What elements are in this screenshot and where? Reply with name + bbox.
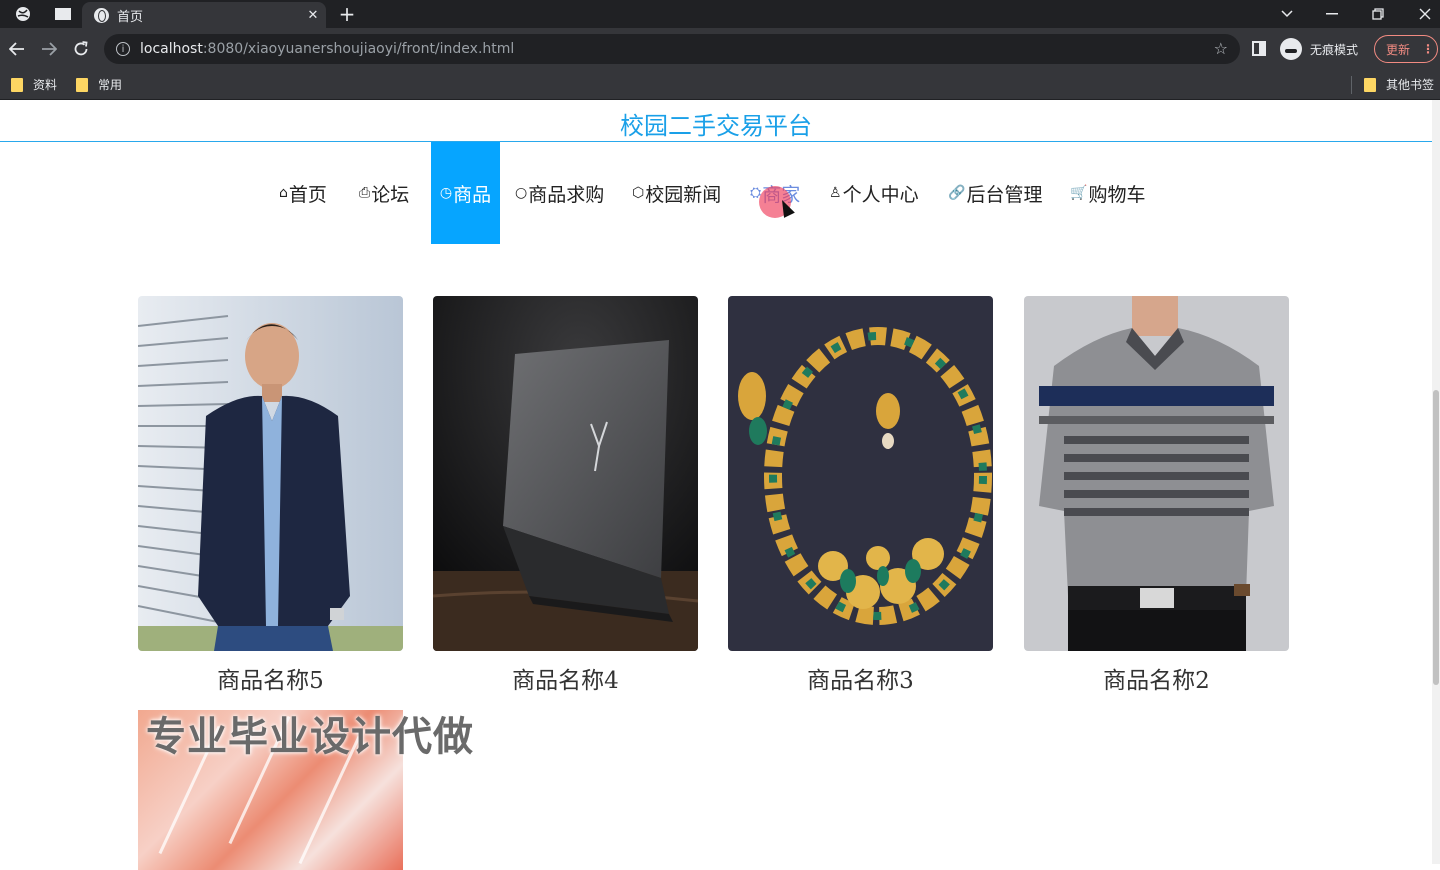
- folder-icon: [1364, 77, 1376, 92]
- nav-item-label: 首页: [288, 183, 327, 206]
- side-panel-icon[interactable]: [1252, 41, 1266, 56]
- tab-title: 首页: [117, 9, 144, 25]
- bookmarks-bar: 资料 常用 其他书签: [0, 70, 1440, 100]
- product-card[interactable]: 商品名称2: [1024, 296, 1289, 695]
- incognito-icon: [1280, 38, 1302, 60]
- nav-item-label: 商品: [453, 183, 492, 206]
- other-bookmarks[interactable]: 其他书签: [1364, 76, 1434, 93]
- tab-overview-icon[interactable]: [48, 0, 78, 28]
- nav-item-label: 购物车: [1088, 183, 1146, 206]
- cart-icon: 🛒: [1070, 185, 1088, 201]
- product-image-laptop[interactable]: [433, 296, 698, 651]
- bookmark-folder-ziliao[interactable]: 资料: [11, 76, 57, 93]
- nav-item-admin[interactable]: 🔗 后台管理: [948, 142, 1042, 244]
- product-image-necklace[interactable]: [728, 296, 993, 651]
- browser-titlebar: 首页 ✕ +: [0, 0, 1440, 28]
- nav-item-label: 商品求购: [528, 183, 605, 206]
- nav-item-home[interactable]: ⌂ 首页: [279, 142, 327, 244]
- folder-icon: [11, 77, 23, 92]
- url-path: :8080/xiaoyuanershoujiaoyi/front/index.h…: [202, 41, 515, 57]
- incognito-indicator[interactable]: 无痕模式: [1280, 38, 1358, 60]
- tab-close-icon[interactable]: ✕: [300, 8, 326, 23]
- browser-menu-icon[interactable]: [8, 0, 38, 28]
- reload-icon[interactable]: [68, 36, 94, 62]
- link-icon: 🔗: [948, 185, 966, 201]
- product-name[interactable]: 商品名称4: [433, 661, 698, 695]
- page-content: 校园二手交易平台 ⌂首页 ⎙论坛 ◷商品 ○商品求购 ⬡校园新闻 ⛭商家 ♙个人…: [0, 100, 1440, 870]
- tab-search-chevron-icon[interactable]: [1274, 0, 1300, 28]
- restore-icon[interactable]: [1364, 0, 1392, 28]
- url-bar[interactable]: i localhost:8080/xiaoyuanershoujiaoyi/fr…: [104, 34, 1240, 64]
- nav-item-campus-news[interactable]: ⬡ 校园新闻: [632, 142, 721, 244]
- product-name[interactable]: 商品名称5: [138, 661, 403, 695]
- scrollbar-thumb[interactable]: [1433, 390, 1439, 685]
- product-card[interactable]: 商品名称4: [433, 296, 698, 695]
- nav-item-profile[interactable]: ♙ 个人中心: [829, 142, 919, 244]
- more-menu-icon: ⋮: [1422, 42, 1435, 56]
- product-image-jacket[interactable]: [138, 296, 403, 651]
- home-icon: ⌂: [279, 185, 288, 201]
- tab-favicon-icon: [94, 7, 109, 23]
- main-navigation: ⌂首页 ⎙论坛 ◷商品 ○商品求购 ⬡校园新闻 ⛭商家 ♙个人中心 🔗后台管理 …: [0, 142, 1432, 244]
- bookmark-label: 资料: [33, 78, 58, 92]
- bookmarks-divider: [1351, 76, 1352, 94]
- other-bookmarks-label: 其他书签: [1386, 78, 1435, 92]
- update-button[interactable]: 更新 ⋮: [1374, 35, 1438, 63]
- bookmark-folder-changyong[interactable]: 常用: [76, 76, 122, 93]
- watermark-text: 专业毕业设计代做: [146, 714, 474, 760]
- product-name[interactable]: 商品名称3: [728, 661, 993, 695]
- nav-item-label: 个人中心: [842, 183, 919, 206]
- nav-item-label: 后台管理: [966, 183, 1043, 206]
- minimize-icon[interactable]: [1318, 0, 1346, 28]
- site-info-icon[interactable]: i: [116, 42, 130, 56]
- nav-item-label: 校园新闻: [645, 183, 722, 206]
- site-title: 校园二手交易平台: [620, 112, 812, 140]
- product-card[interactable]: 商品名称5: [138, 296, 403, 695]
- browser-toolbar: i localhost:8080/xiaoyuanershoujiaoyi/fr…: [0, 28, 1440, 70]
- user-icon: ♙: [829, 185, 842, 201]
- forum-icon: ⎙: [359, 185, 371, 201]
- circle-icon: ○: [515, 185, 528, 201]
- forward-icon[interactable]: [36, 36, 62, 62]
- nav-item-label: 论坛: [371, 183, 410, 206]
- nav-item-wanted[interactable]: ○ 商品求购: [515, 142, 604, 244]
- nav-item-cart[interactable]: 🛒 购物车: [1070, 142, 1145, 244]
- folder-icon: [76, 77, 88, 92]
- page-scrollbar[interactable]: [1432, 100, 1440, 864]
- back-icon[interactable]: [4, 36, 30, 62]
- bookmark-label: 常用: [98, 78, 123, 92]
- nav-item-products[interactable]: ◷ 商品: [431, 142, 500, 244]
- product-card[interactable]: 商品名称3: [728, 296, 993, 695]
- nav-item-forum[interactable]: ⎙ 论坛: [359, 142, 409, 244]
- product-name[interactable]: 商品名称2: [1024, 661, 1289, 695]
- incognito-label: 无痕模式: [1310, 42, 1359, 57]
- browser-tab-active[interactable]: 首页 ✕: [82, 2, 326, 28]
- clock-icon: ◷: [439, 185, 453, 201]
- url-host: localhost: [140, 41, 203, 57]
- close-window-icon[interactable]: [1410, 0, 1440, 28]
- bookmark-star-icon[interactable]: ☆: [1214, 39, 1228, 58]
- new-tab-icon[interactable]: +: [334, 0, 360, 28]
- update-label: 更新: [1386, 42, 1411, 57]
- cube-icon: ⬡: [632, 185, 645, 201]
- product-image-polo[interactable]: [1024, 296, 1289, 651]
